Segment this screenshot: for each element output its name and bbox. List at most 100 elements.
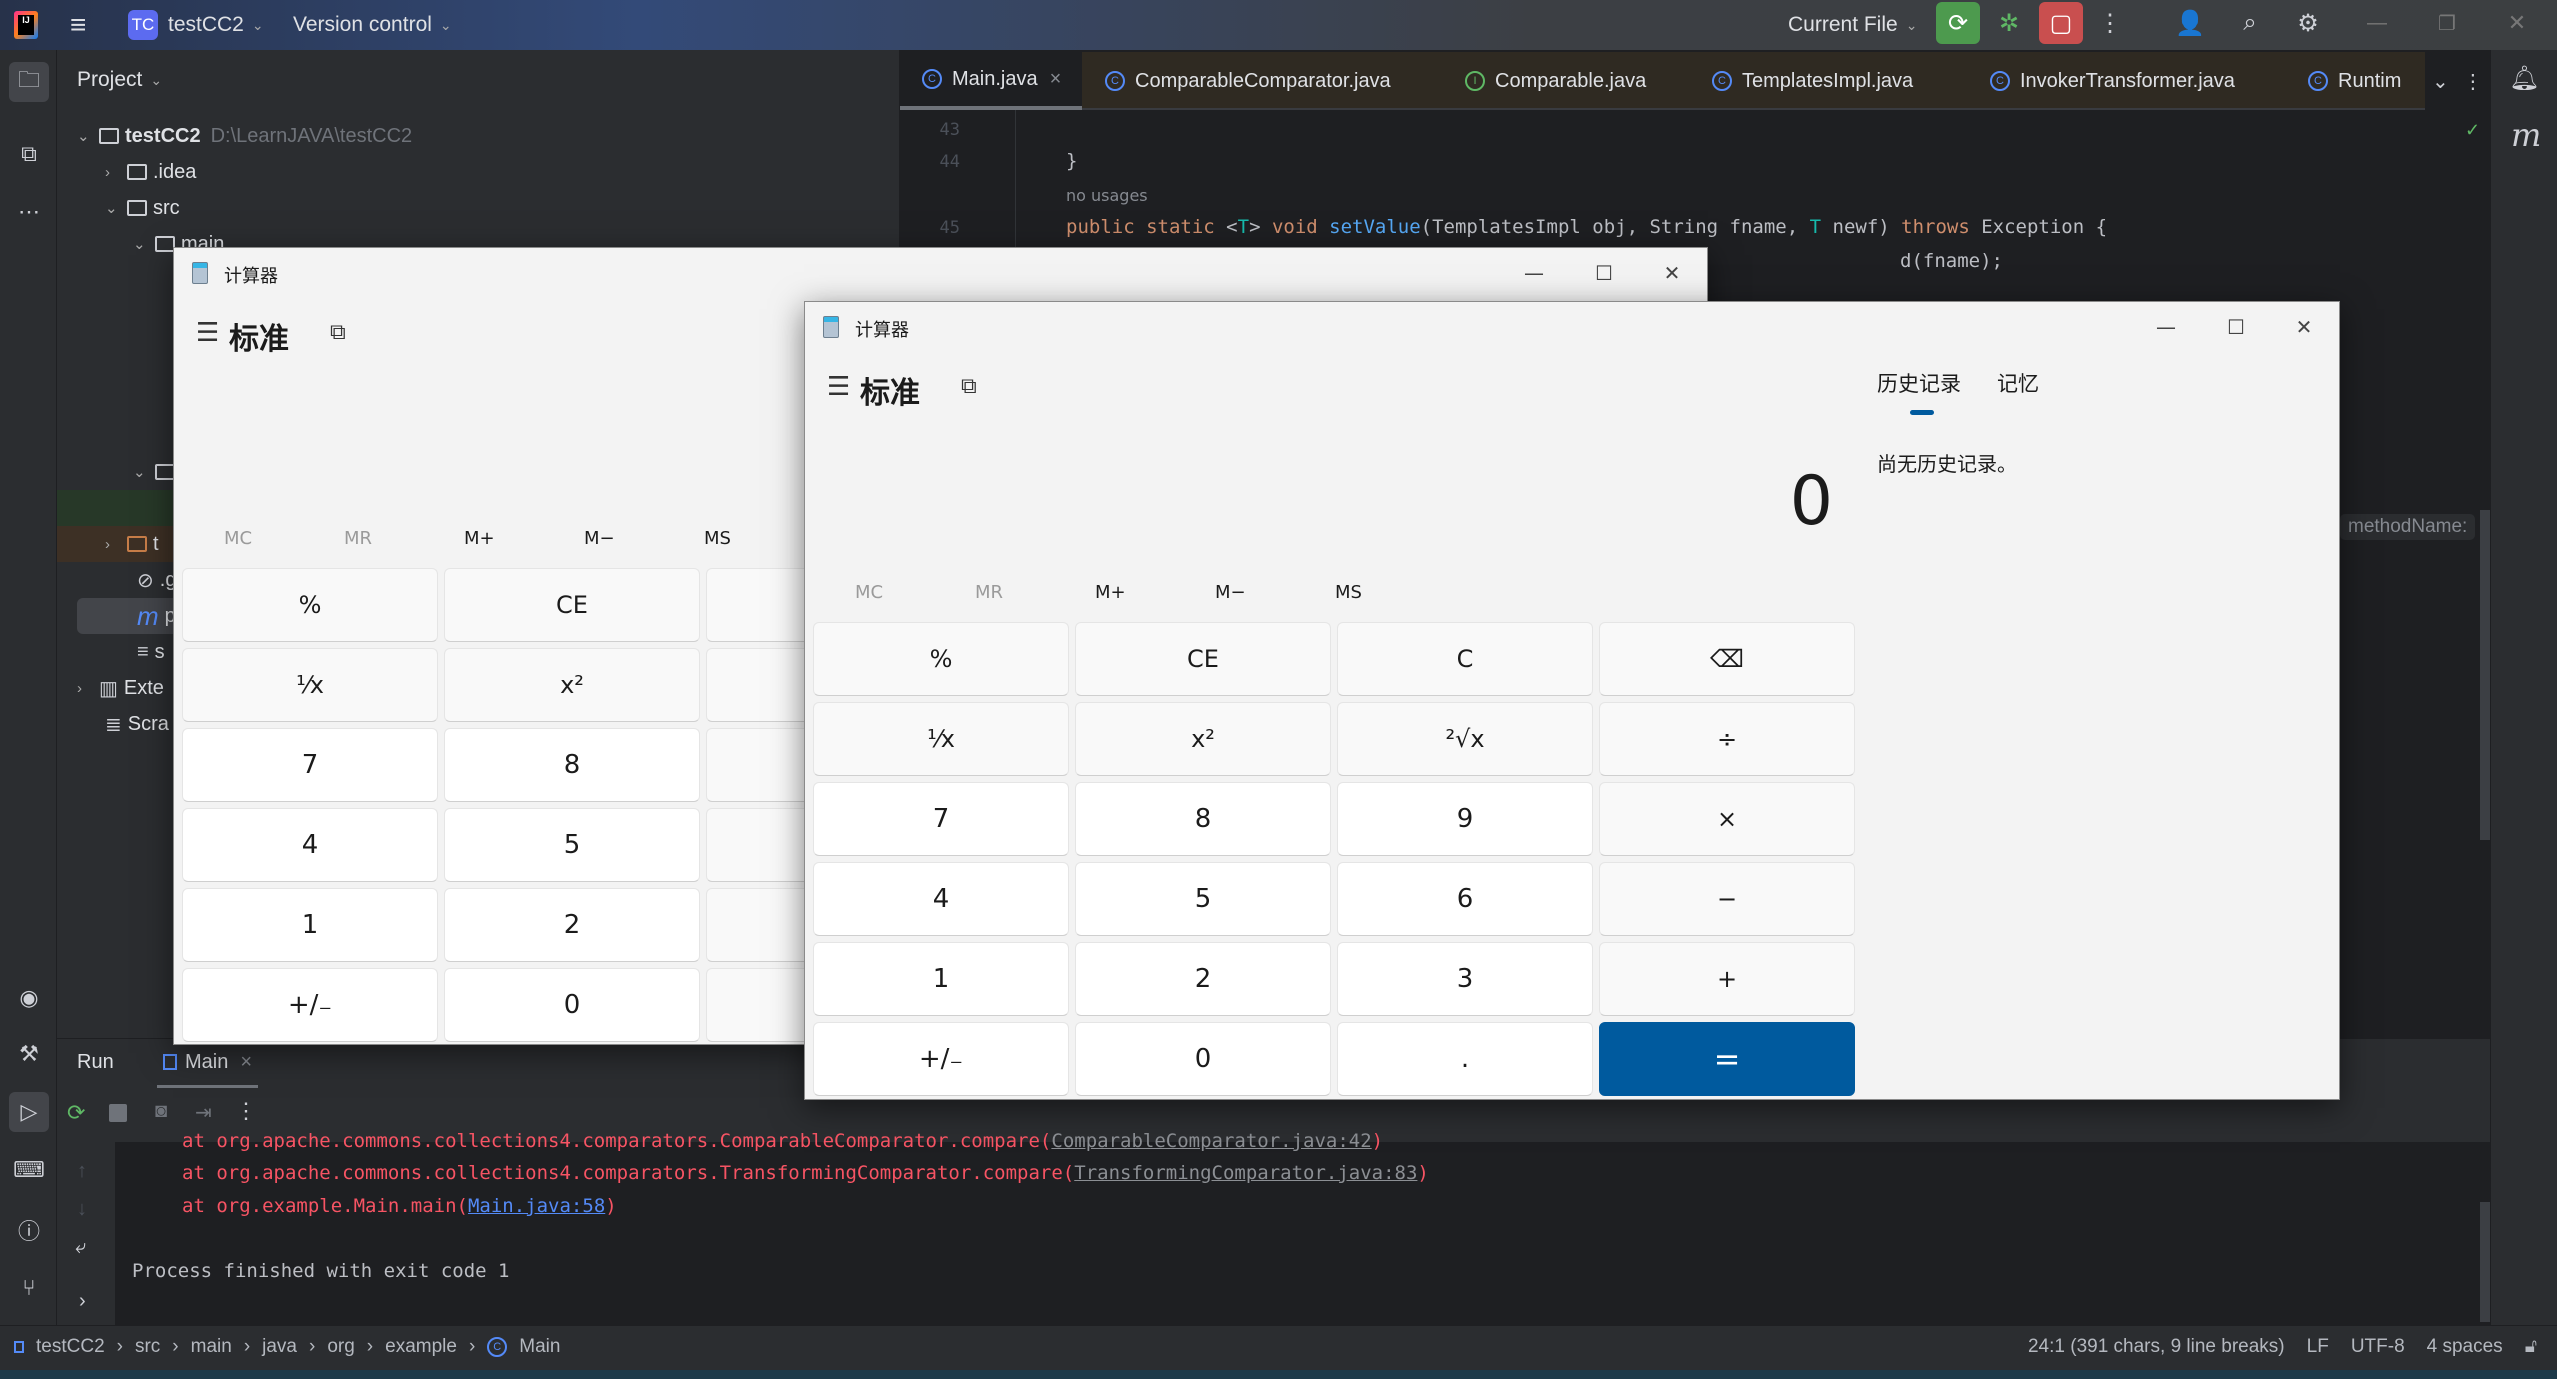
memory-add-button[interactable]: M+ (1095, 582, 1126, 603)
equals-button[interactable]: = (1599, 1022, 1855, 1096)
square-button[interactable]: x² (1075, 702, 1331, 776)
memory-tab[interactable]: 记忆 (1997, 368, 2039, 398)
add-button[interactable]: + (1599, 942, 1855, 1016)
digit-1-button[interactable]: 1 (813, 942, 1069, 1016)
breadcrumb-item[interactable]: java (262, 1336, 297, 1358)
clear-entry-button[interactable]: CE (444, 568, 700, 642)
digit-9-button[interactable]: 9 (1337, 782, 1593, 856)
scroll-up-icon[interactable]: ↑ (77, 1160, 87, 1183)
run-console[interactable]: ↑ ↓ ⤶ › at org.apache.commons.collection… (57, 1130, 2490, 1325)
file-encoding[interactable]: UTF-8 (2351, 1336, 2405, 1358)
digit-1-button[interactable]: 1 (182, 888, 438, 962)
stop-icon[interactable] (109, 1104, 127, 1122)
backspace-button[interactable]: ⌫ (1599, 622, 1855, 696)
more-tools-icon[interactable]: ⋯ (9, 192, 49, 232)
tree-item-root[interactable]: ⌄ testCC2 D:\LearnJAVA\testCC2 (77, 118, 412, 154)
breadcrumb-item[interactable]: main (191, 1336, 232, 1358)
restore-window-button[interactable]: ❐ (2425, 2, 2469, 44)
digit-7-button[interactable]: 7 (182, 728, 438, 802)
run-tab-main[interactable]: Main × (157, 1039, 259, 1089)
breadcrumb-item[interactable]: org (327, 1336, 354, 1358)
source-link[interactable]: ComparableComparator.java:42 (1051, 1130, 1371, 1152)
close-tab-icon[interactable]: × (240, 1051, 252, 1074)
close-window-button[interactable]: ✕ (2495, 2, 2539, 44)
search-icon[interactable]: ⌕ (2228, 2, 2272, 44)
digit-3-button[interactable]: 3 (1337, 942, 1593, 1016)
minimize-window-button[interactable]: — (2355, 2, 2399, 44)
calculator-window-front[interactable]: 计算器 — ☐ ✕ ☰ 标准 ⧉ 0 历史记录 记忆 尚无历史记录。 MC MR… (804, 301, 2340, 1100)
digit-0-button[interactable]: 0 (1075, 1022, 1331, 1096)
tab-comparable[interactable]: I Comparable.java (1465, 52, 1646, 110)
main-menu-icon[interactable]: ≡ (70, 0, 86, 50)
minimize-button[interactable]: — (1509, 256, 1559, 290)
terminal-icon[interactable]: ⌨ (9, 1150, 49, 1190)
indent-setting[interactable]: 4 spaces (2427, 1336, 2503, 1358)
square-root-button[interactable]: ²√x (1337, 702, 1593, 776)
close-tab-icon[interactable]: × (1050, 68, 1062, 91)
run-icon[interactable]: ▷ (9, 1092, 49, 1132)
more-options-icon[interactable]: ⋮ (235, 1098, 257, 1124)
close-button[interactable]: ✕ (2279, 310, 2329, 344)
tree-item[interactable]: › .idea (105, 154, 196, 190)
expand-icon[interactable]: › (79, 1290, 86, 1313)
negate-button[interactable]: +/₋ (182, 968, 438, 1042)
tab-invokertransformer[interactable]: C InvokerTransformer.java (1990, 52, 2235, 110)
tree-item[interactable]: ≣ Scra (105, 706, 169, 742)
reciprocal-button[interactable]: ¹⁄x (182, 648, 438, 722)
memory-clear-button[interactable]: MC (855, 582, 883, 603)
problems-icon[interactable]: ⓘ (9, 1210, 49, 1250)
breadcrumb-item[interactable]: src (135, 1336, 160, 1358)
project-panel-title[interactable]: Project ⌄ (77, 62, 162, 98)
soft-wrap-icon[interactable]: ⤶ (75, 1236, 86, 1259)
tabs-more-icon[interactable]: ⋮ (2463, 69, 2483, 94)
tree-item[interactable]: ≡ s (137, 634, 165, 670)
hamburger-menu-icon[interactable]: ☰ (827, 372, 850, 402)
digit-0-button[interactable]: 0 (444, 968, 700, 1042)
minimize-button[interactable]: — (2141, 310, 2191, 344)
tab-main-java[interactable]: C Main.java × (900, 52, 1082, 110)
tab-runtime[interactable]: C Runtim (2308, 52, 2418, 110)
breadcrumb-item[interactable]: Main (519, 1336, 560, 1358)
percent-button[interactable]: % (182, 568, 438, 642)
keep-on-top-icon[interactable]: ⧉ (330, 320, 346, 345)
percent-button[interactable]: % (813, 622, 1069, 696)
source-link[interactable]: TransformingComparator.java:83 (1074, 1162, 1417, 1184)
breadcrumb-item[interactable]: testCC2 (36, 1336, 105, 1358)
digit-8-button[interactable]: 8 (1075, 782, 1331, 856)
clear-entry-button[interactable]: CE (1075, 622, 1331, 696)
add-user-icon[interactable]: 👤 (2168, 2, 2212, 44)
digit-8-button[interactable]: 8 (444, 728, 700, 802)
digit-5-button[interactable]: 5 (1075, 862, 1331, 936)
divide-button[interactable]: ÷ (1599, 702, 1855, 776)
caret-position[interactable]: 24:1 (391 chars, 9 line breaks) (2028, 1336, 2285, 1358)
tab-comparablecomparator[interactable]: C ComparableComparator.java (1105, 52, 1391, 110)
editor-scrollbar[interactable] (2480, 510, 2490, 840)
memory-recall-button[interactable]: MR (975, 582, 1003, 603)
digit-6-button[interactable]: 6 (1337, 862, 1593, 936)
line-separator[interactable]: LF (2307, 1336, 2329, 1358)
services-icon[interactable]: ◉ (9, 978, 49, 1018)
screenshot-icon[interactable]: ◙ (155, 1100, 167, 1123)
close-button[interactable]: ✕ (1647, 256, 1697, 290)
more-actions-icon[interactable]: ⋮ (2088, 2, 2132, 44)
console-scrollbar[interactable] (2480, 1202, 2490, 1322)
maven-icon[interactable]: m (2511, 116, 2541, 154)
square-button[interactable]: x² (444, 648, 700, 722)
history-tab[interactable]: 历史记录 (1877, 368, 1961, 398)
clear-button[interactable]: C (1337, 622, 1593, 696)
multiply-button[interactable]: × (1599, 782, 1855, 856)
rerun-icon[interactable]: ⟳ (67, 1100, 85, 1126)
run-config-selector[interactable]: Current File ⌄ (1788, 0, 1917, 50)
keep-on-top-icon[interactable]: ⧉ (961, 374, 977, 399)
git-icon[interactable]: ⑂ (9, 1268, 49, 1308)
memory-subtract-button[interactable]: M− (1215, 582, 1246, 603)
digit-2-button[interactable]: 2 (1075, 942, 1331, 1016)
digit-5-button[interactable]: 5 (444, 808, 700, 882)
project-folder-icon[interactable]: 🗀 (9, 62, 49, 102)
exit-icon[interactable]: ⇥ (195, 1100, 212, 1125)
lock-icon[interactable]: 🔓︎ (2525, 1336, 2537, 1358)
memory-recall-button[interactable]: MR (344, 528, 372, 549)
rerun-button[interactable]: ⟳ (1936, 2, 1980, 44)
project-selector[interactable]: TC testCC2 ⌄ (128, 0, 264, 50)
memory-clear-button[interactable]: MC (224, 528, 252, 549)
